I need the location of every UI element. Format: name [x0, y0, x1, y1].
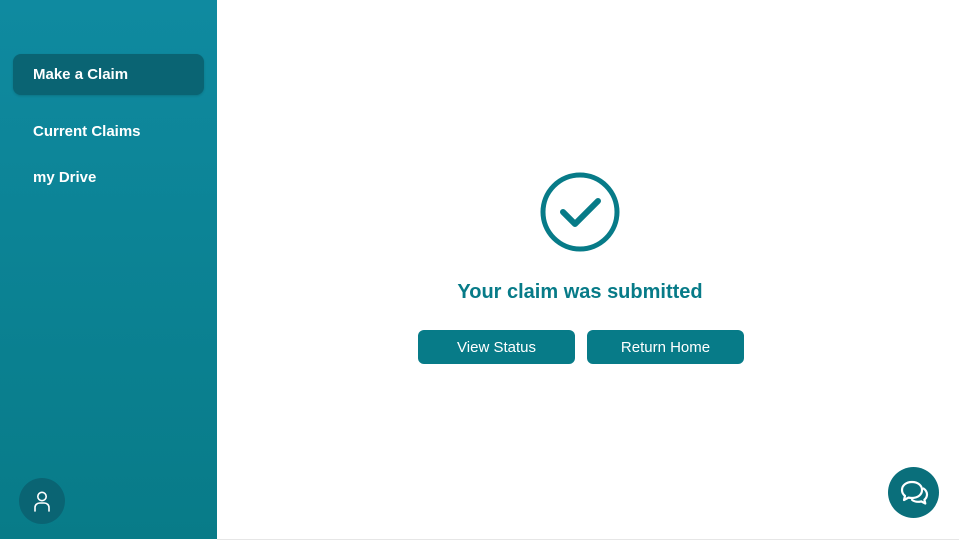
sidebar-item-label: Make a Claim	[33, 66, 129, 83]
avatar[interactable]	[19, 478, 65, 524]
sidebar-item-label: my Drive	[33, 169, 97, 186]
return-home-button[interactable]: Return Home	[587, 330, 744, 364]
sidebar-item-my-drive[interactable]: my Drive	[13, 157, 204, 198]
app-window: Make a Claim Current Claims my Drive You…	[0, 0, 959, 540]
view-status-button[interactable]: View Status	[418, 330, 575, 364]
chat-button[interactable]	[888, 467, 939, 518]
sidebar: Make a Claim Current Claims my Drive	[0, 0, 217, 539]
sidebar-item-current-claims[interactable]: Current Claims	[13, 111, 204, 152]
chat-bubbles-icon	[900, 480, 928, 505]
user-icon	[34, 491, 50, 512]
confirmation-panel: Your claim was submitted View Status Ret…	[217, 0, 959, 540]
sidebar-item-label: Current Claims	[33, 123, 141, 140]
confirmation-title: Your claim was submitted	[457, 281, 703, 303]
check-circle-icon	[540, 172, 620, 252]
sidebar-item-make-a-claim[interactable]: Make a Claim	[13, 54, 204, 95]
